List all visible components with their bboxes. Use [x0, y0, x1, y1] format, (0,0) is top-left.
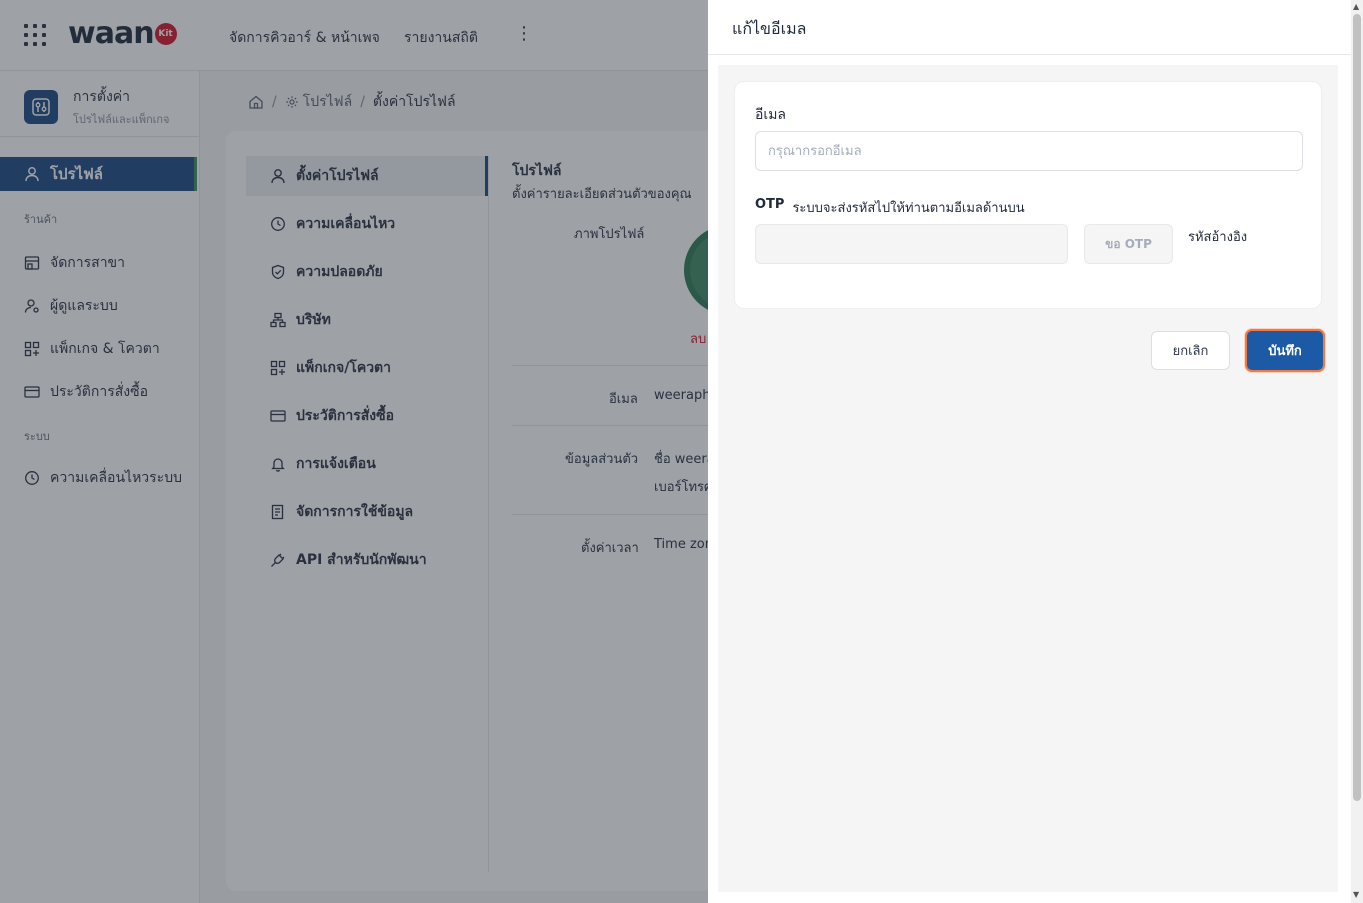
edit-email-drawer: แก้ไขอีเมล อีเมล OTP ระบบจะส่งรหัสไปให้ท… [708, 0, 1363, 903]
scrollbar-thumb[interactable] [1353, 14, 1361, 801]
otp-label-row: OTP ระบบจะส่งรหัสไปให้ท่านตามอีเมลด้านบน [755, 197, 1025, 218]
reference-code-label: รหัสอ้างอิง [1188, 230, 1248, 245]
otp-input[interactable] [755, 224, 1068, 264]
scroll-up-icon[interactable]: ▲ [1353, 3, 1359, 11]
drawer-title: แก้ไขอีเมล [732, 19, 807, 38]
drawer-body: อีเมล OTP ระบบจะส่งรหัสไปให้ท่านตามอีเมล… [718, 65, 1338, 892]
otp-hint: ระบบจะส่งรหัสไปให้ท่านตามอีเมลด้านบน [792, 201, 1025, 216]
request-otp-button[interactable]: ขอ OTP [1084, 224, 1173, 264]
otp-label: OTP [755, 197, 785, 212]
save-button[interactable]: บันทึก [1245, 329, 1325, 372]
scroll-down-icon[interactable]: ▼ [1353, 891, 1359, 899]
email-form-card: อีเมล OTP ระบบจะส่งรหัสไปให้ท่านตามอีเมล… [734, 81, 1322, 309]
drawer-divider [708, 54, 1363, 55]
cancel-button[interactable]: ยกเลิก [1151, 331, 1230, 370]
scrollbar[interactable]: ▲ ▼ [1351, 0, 1363, 903]
email-input[interactable] [755, 131, 1303, 171]
email-label: อีเมล [755, 107, 787, 123]
